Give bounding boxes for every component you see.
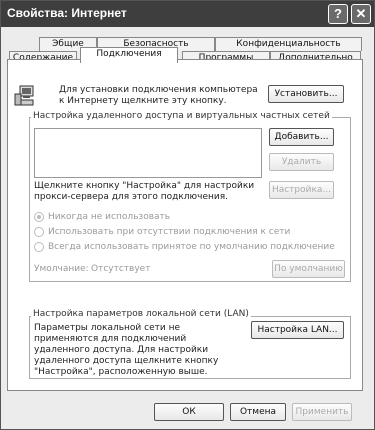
ok-button[interactable]: ОК <box>154 403 224 421</box>
tab-connections[interactable]: Подключения <box>80 47 178 63</box>
window-title: Свойства: Интернет <box>7 6 127 20</box>
add-button[interactable]: Добавить... <box>269 128 334 146</box>
radio-never-label: Никогда не использовать <box>48 212 171 222</box>
settings-button[interactable]: Настройка... <box>269 181 334 199</box>
setup-text: Для установки подключения компьютера к И… <box>59 85 258 106</box>
internet-properties-window: Свойства: Интернет ? ✕ Эбщие Безопасност… <box>0 0 375 430</box>
radio-never[interactable] <box>34 212 44 222</box>
radio-when-no-network[interactable] <box>34 227 44 237</box>
dialup-legend: Настройка удаленного доступа и виртуальн… <box>31 111 332 121</box>
lan-legend: Настройка параметров локальной сети (LAN… <box>31 309 251 319</box>
tab-privacy[interactable]: Конфиденциальность <box>215 37 362 51</box>
remove-button[interactable]: Удалить <box>269 153 334 171</box>
computer-icon <box>14 85 34 106</box>
default-label: Умолчание: <box>34 264 89 274</box>
set-default-button[interactable]: По умолчанию <box>272 260 345 278</box>
lan-settings-button[interactable]: Настройка LAN... <box>251 321 344 339</box>
apply-button[interactable]: Применить <box>292 403 352 421</box>
setup-button[interactable]: Установить... <box>268 85 344 103</box>
title-bar[interactable]: Свойства: Интернет ? ✕ <box>1 1 374 27</box>
default-value: Отсутствует <box>91 264 151 274</box>
radio-always[interactable] <box>34 242 44 252</box>
radio-always-label: Всегда использовать принятое по умолчани… <box>48 242 335 252</box>
radio-when-no-network-label: Использовать при отсутствии подключения … <box>48 227 291 237</box>
close-icon[interactable]: ✕ <box>351 4 371 24</box>
connections-list[interactable] <box>34 128 262 178</box>
lan-text: Параметры локальной сети не применяются … <box>34 323 219 377</box>
cancel-button[interactable]: Отмена <box>230 403 286 421</box>
proxy-text: Щелкните кнопку "Настройка" для настройк… <box>34 181 255 202</box>
help-icon[interactable]: ? <box>328 4 348 24</box>
